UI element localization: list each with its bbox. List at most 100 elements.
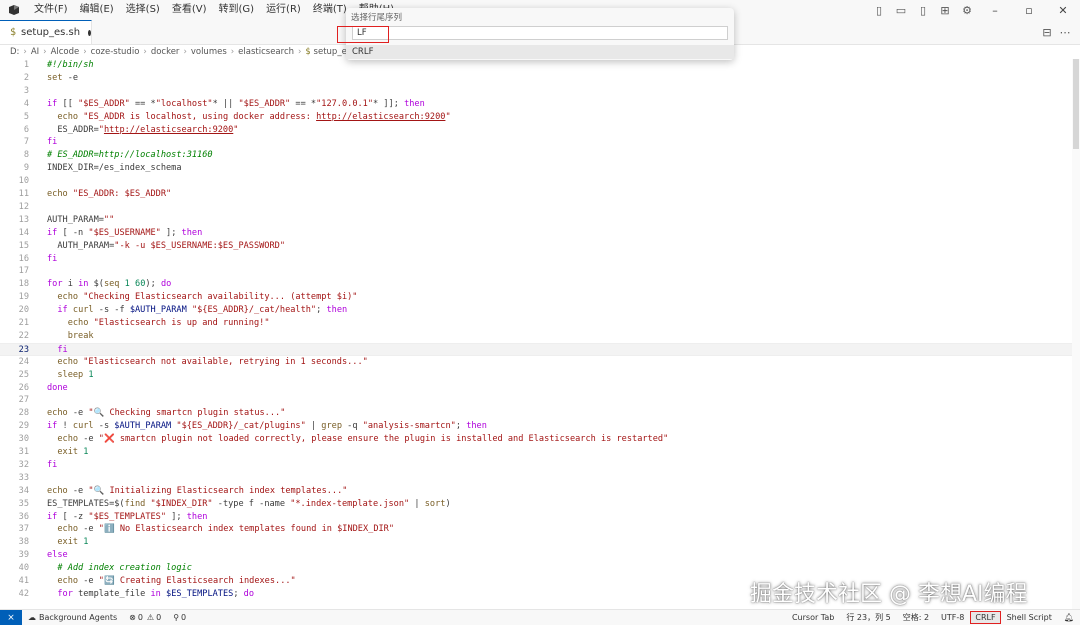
line-number: 4 — [23, 98, 29, 109]
menu-item[interactable]: 查看(V) — [166, 0, 213, 20]
toggle-panel-icon[interactable]: ▭ — [890, 0, 912, 20]
code-line[interactable]: 22 break — [0, 330, 1072, 343]
code-line[interactable]: 40 # Add index creation logic — [0, 562, 1072, 575]
eol-selector[interactable]: CRLF — [970, 611, 1001, 624]
more-actions-icon[interactable]: ⋯ — [1056, 26, 1074, 39]
line-number: 19 — [18, 292, 29, 303]
picker-option-crlf[interactable]: CRLF — [346, 45, 734, 59]
code-line[interactable]: 35 ES_TEMPLATES=$(find "$INDEX_DIR" -type… — [0, 498, 1072, 511]
code-line[interactable]: 2 set -e — [0, 72, 1072, 85]
code-line[interactable]: 23 fi — [0, 342, 1072, 356]
code-line[interactable]: 31 exit 1 — [0, 446, 1072, 459]
cursor-position[interactable]: 行 23，列 5 — [840, 612, 896, 623]
breadcrumb-item[interactable]: Alcode — [51, 47, 80, 57]
code-line[interactable]: 28 echo -e "🔍 Checking smartcn plugin sta… — [0, 407, 1072, 420]
code-text: if ! curl -s $AUTH_PARAM "${ES_ADDR}/_ca… — [47, 421, 487, 432]
code-line[interactable]: 5 echo "ES_ADDR is localhost, using dock… — [0, 111, 1072, 124]
code-line[interactable]: 21 echo "Elasticsearch is up and running… — [0, 317, 1072, 330]
code-editor[interactable]: 1 #!/bin/sh 2 set -e 3 4 if [[ "$ES_ADDR" == *… — [0, 59, 1080, 610]
line-number: 30 — [18, 434, 29, 445]
code-line[interactable]: 17 — [0, 265, 1072, 278]
menu-item[interactable]: 运行(R) — [260, 0, 307, 20]
code-line[interactable]: 11 echo "ES_ADDR: $ES_ADDR" — [0, 188, 1072, 201]
code-line[interactable]: 16 fi — [0, 253, 1072, 266]
code-line[interactable]: 30 echo -e "❌ smartcn plugin not loaded … — [0, 433, 1072, 446]
code-line[interactable]: 4 if [[ "$ES_ADDR" == *"localhost"* || "$… — [0, 98, 1072, 111]
line-number: 12 — [18, 201, 29, 212]
tab-label: setup_es.sh — [21, 27, 81, 38]
line-number: 24 — [18, 356, 29, 367]
minimize-button[interactable]: – — [978, 0, 1012, 20]
encoding[interactable]: UTF-8 — [935, 613, 970, 622]
editor-scrollbar[interactable] — [1072, 59, 1080, 610]
code-line[interactable]: 12 — [0, 201, 1072, 214]
code-line[interactable]: 7 fi — [0, 136, 1072, 149]
code-line[interactable]: 37 echo -e "ℹ️ No Elasticsearch index te… — [0, 523, 1072, 536]
breadcrumb-item[interactable]: D: — [10, 47, 19, 57]
settings-gear-icon[interactable]: ⚙ — [956, 0, 978, 20]
breadcrumb-item[interactable]: volumes — [191, 47, 227, 57]
code-line[interactable]: 9 INDEX_DIR=/es_index_schema — [0, 162, 1072, 175]
code-text: echo -e "🔄 Creating Elasticsearch indexe… — [57, 576, 296, 586]
code-line[interactable]: 34 echo -e "🔍 Initializing Elasticsearch … — [0, 485, 1072, 498]
code-line[interactable]: 14 if [ -n "$ES_USERNAME" ]; then — [0, 227, 1072, 240]
scrollbar-thumb[interactable] — [1073, 59, 1079, 149]
code-line[interactable]: 36 if [ -z "$ES_TEMPLATES" ]; then — [0, 511, 1072, 524]
indentation[interactable]: 空格: 2 — [897, 612, 935, 623]
code-line[interactable]: 27 — [0, 394, 1072, 407]
close-window-button[interactable]: ✕ — [1046, 0, 1080, 20]
background-agents-item[interactable]: ☁ Background Agents — [22, 613, 123, 622]
code-line[interactable]: 15 AUTH_PARAM="-k -u $ES_USERNAME:$ES_PA… — [0, 240, 1072, 253]
code-text: echo "ES_ADDR: $ES_ADDR" — [47, 189, 172, 199]
line-number: 14 — [18, 227, 29, 238]
unsaved-dot-icon[interactable] — [88, 29, 91, 36]
cursor-tab-item[interactable]: Cursor Tab — [786, 613, 840, 622]
toggle-primary-sidebar-icon[interactable]: ▯ — [868, 0, 890, 20]
code-line[interactable]: 33 — [0, 472, 1072, 485]
code-line[interactable]: 29 if ! curl -s $AUTH_PARAM "${ES_ADDR}/_… — [0, 420, 1072, 433]
breadcrumb-item[interactable]: coze-studio — [91, 47, 140, 57]
code-line[interactable]: 24 echo "Elasticsearch not available, re… — [0, 356, 1072, 369]
code-line[interactable]: 32 fi — [0, 459, 1072, 472]
breadcrumb-item[interactable]: elasticsearch — [238, 47, 294, 57]
code-text: echo "Elasticsearch not available, retry… — [57, 356, 368, 367]
code-line[interactable]: 13 AUTH_PARAM="" — [0, 214, 1072, 227]
line-number: 35 — [18, 498, 29, 509]
breadcrumb-item[interactable]: docker — [151, 47, 180, 57]
maximize-button[interactable]: ▫ — [1012, 0, 1046, 20]
language-mode[interactable]: Shell Script — [1001, 613, 1058, 622]
code-line[interactable]: 1 #!/bin/sh — [0, 59, 1072, 72]
line-number: 22 — [18, 330, 29, 341]
code-line[interactable]: 20 if curl -s -f $AUTH_PARAM "${ES_ADDR}… — [0, 304, 1072, 317]
code-line[interactable]: 39 else — [0, 549, 1072, 562]
remote-indicator-icon[interactable]: ⨯ — [0, 610, 22, 625]
split-editor-icon[interactable]: ⊟ — [1038, 26, 1056, 39]
code-line[interactable]: 38 exit 1 — [0, 536, 1072, 549]
customize-layout-icon[interactable]: ⊞ — [934, 0, 956, 20]
menu-item[interactable]: 编辑(E) — [74, 0, 120, 20]
ports-icon: ⚲ — [173, 613, 180, 622]
menu-item[interactable]: 转到(G) — [213, 0, 261, 20]
toggle-secondary-sidebar-icon[interactable]: ▯ — [912, 0, 934, 20]
menu-item[interactable]: 选择(S) — [120, 0, 166, 20]
code-line[interactable]: 10 — [0, 175, 1072, 188]
shell-file-icon: $ — [10, 27, 17, 38]
code-text: if [ -n "$ES_USERNAME" ]; then — [47, 227, 203, 238]
code-line[interactable]: 8 # ES_ADDR=http://localhost:31160 — [0, 149, 1072, 162]
picker-input[interactable]: LF — [352, 26, 728, 40]
code-line[interactable]: 26 done — [0, 382, 1072, 395]
breadcrumb-item[interactable]: AI — [31, 47, 39, 57]
picker-title: 选择行尾序列 — [351, 13, 403, 23]
notifications-bell-icon[interactable]: 🔔︎ — [1058, 613, 1080, 622]
ports-item[interactable]: ⚲ 0 — [167, 613, 192, 622]
code-line[interactable]: 19 echo "Checking Elasticsearch availabi… — [0, 291, 1072, 304]
code-line[interactable]: 18 for i in $(seq 1 60); do — [0, 278, 1072, 291]
line-number: 15 — [18, 240, 29, 251]
code-line[interactable]: 25 sleep 1 — [0, 369, 1072, 382]
menu-item[interactable]: 文件(F) — [28, 0, 74, 20]
code-line[interactable]: 6 ES_ADDR="http://elasticsearch:9200" — [0, 124, 1072, 137]
code-line[interactable]: 3 — [0, 85, 1072, 98]
highlight-box — [337, 26, 389, 43]
tab-setup-es-sh[interactable]: $ setup_es.sh — [0, 20, 92, 44]
problems-item[interactable]: ⊗ 0 ⚠ 0 — [123, 613, 167, 622]
